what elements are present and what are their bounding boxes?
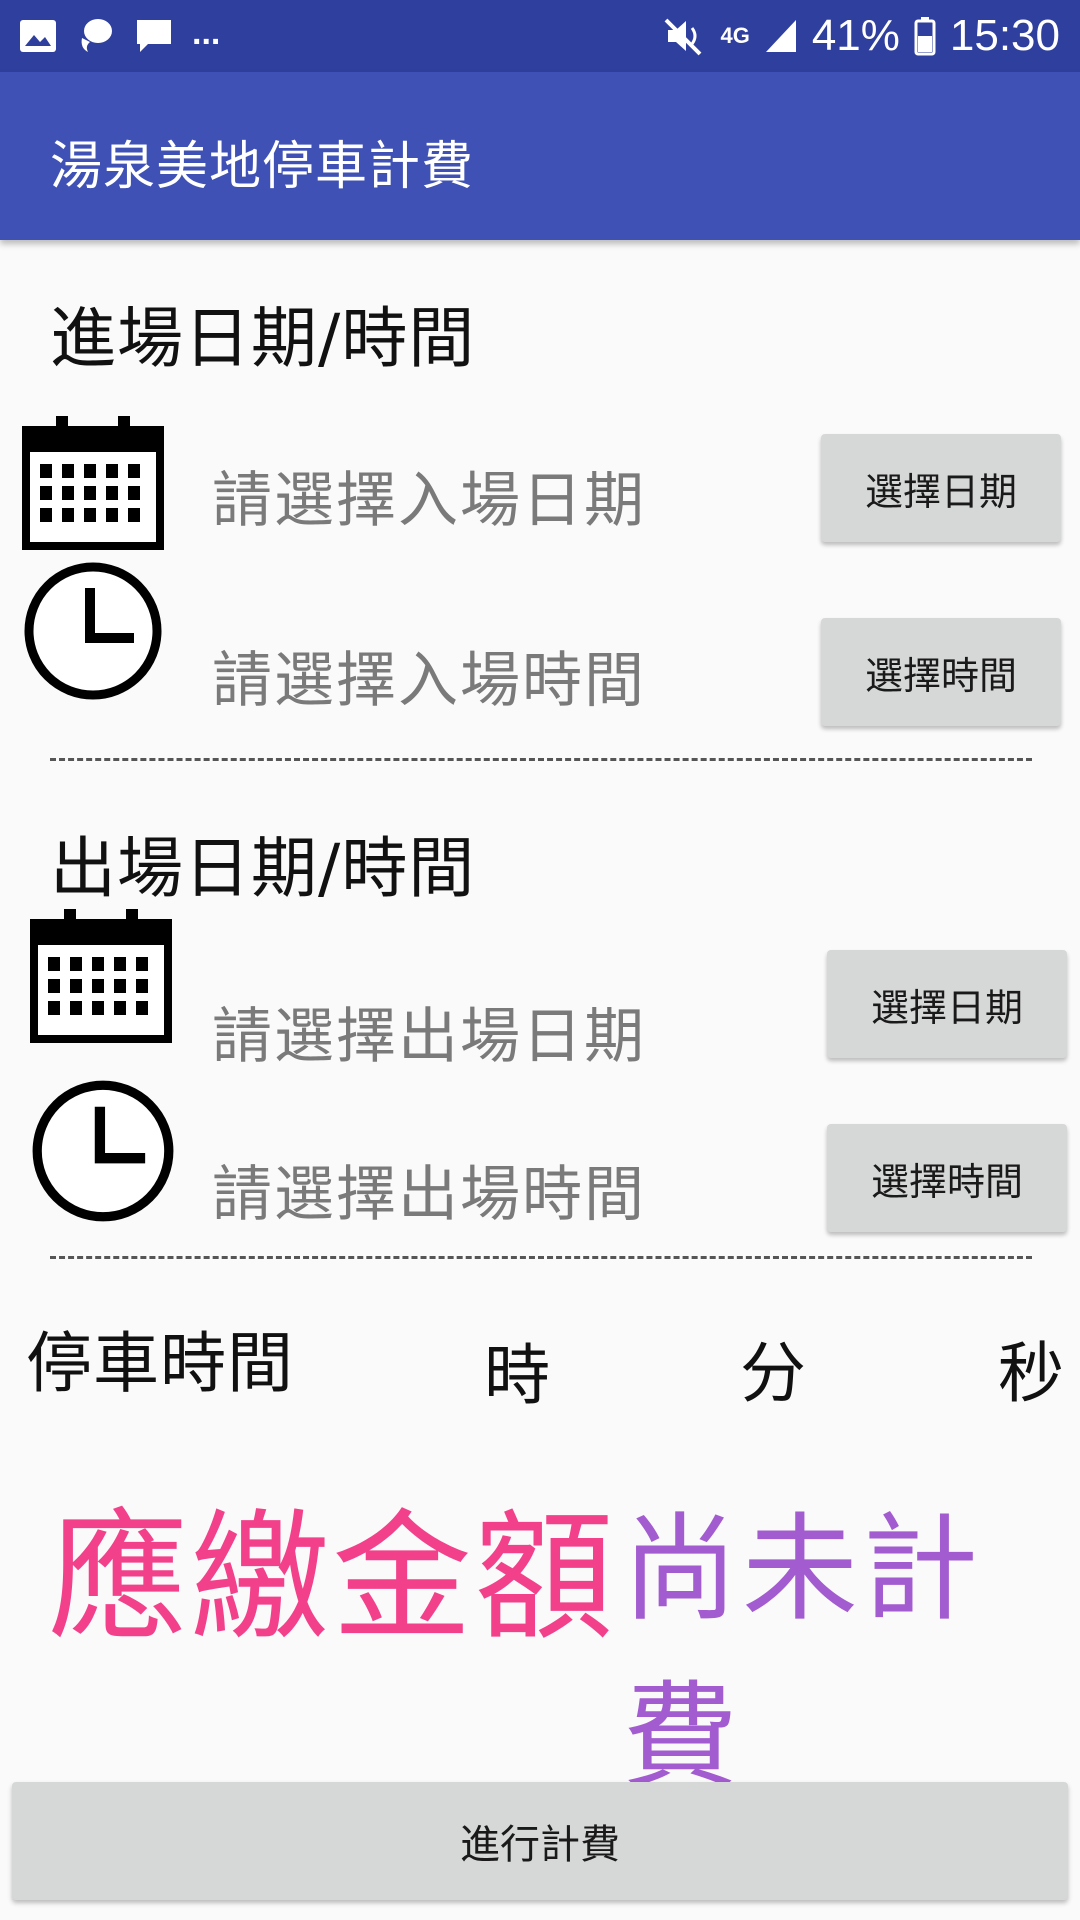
network-type: 4G — [720, 23, 750, 48]
minutes-unit: 分 — [740, 1335, 806, 1412]
battery-percent: 41% — [811, 11, 900, 60]
clock: 15:30 — [949, 11, 1060, 60]
app-title: 湯泉美地停車計費 — [50, 137, 475, 197]
messenger-icon — [81, 19, 112, 52]
hours-unit: 時 — [484, 1337, 550, 1414]
entry-time-field: 請選擇入場時間 — [212, 646, 646, 716]
entry-date-field: 請選擇入場日期 — [212, 466, 646, 536]
clock-icon — [32, 1080, 174, 1222]
signal-icon — [765, 20, 796, 52]
app-bar: 湯泉美地停車計費 — [0, 72, 1080, 240]
exit-select-date-button[interactable]: 選擇日期 — [827, 950, 1067, 1058]
section-divider — [50, 1256, 1032, 1259]
entry-select-date-button[interactable]: 選擇日期 — [821, 434, 1061, 542]
parking-duration-label: 停車時間 — [26, 1325, 294, 1402]
section-divider — [50, 758, 1032, 761]
seconds-unit: 秒 — [998, 1335, 1064, 1412]
calendar-icon — [22, 416, 164, 550]
exit-date-field: 請選擇出場日期 — [212, 1002, 646, 1072]
gallery-icon — [20, 20, 56, 52]
calendar-icon — [30, 909, 172, 1043]
status-bar: ... 4G 41% 15:30 — [0, 0, 1080, 72]
amount-due-label: 應繳金額 — [48, 1497, 617, 1660]
entry-select-time-button[interactable]: 選擇時間 — [821, 618, 1061, 726]
calculate-fee-button[interactable]: 進行計費 — [12, 1782, 1068, 1900]
status-left-icons: ... — [18, 14, 220, 58]
exit-heading: 出場日期/時間 — [50, 830, 476, 907]
entry-heading: 進場日期/時間 — [50, 300, 476, 377]
exit-time-field: 請選擇出場時間 — [212, 1160, 646, 1230]
clock-icon — [24, 562, 162, 700]
exit-select-time-button[interactable]: 選擇時間 — [827, 1124, 1067, 1232]
status-right-icons: 4G 41% 15:30 — [662, 10, 1060, 62]
status-more: ... — [192, 13, 221, 52]
battery-icon — [914, 17, 936, 56]
amount-due-value: 尚未計費 — [622, 1502, 982, 1805]
chat-icon — [137, 20, 171, 52]
mute-icon — [665, 18, 702, 56]
